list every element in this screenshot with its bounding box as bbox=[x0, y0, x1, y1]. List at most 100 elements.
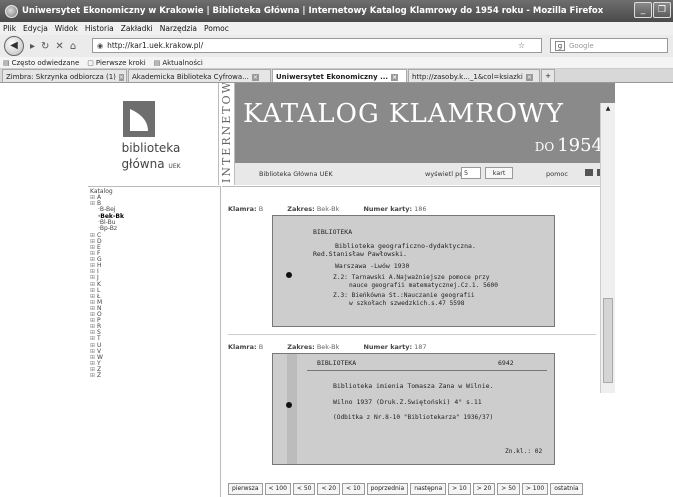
menu-history[interactable]: Historia bbox=[85, 24, 114, 33]
tab-zimbra[interactable]: Zimbra: Skrzynka odbiorcza (1) × bbox=[2, 69, 127, 82]
library-logo-icon bbox=[123, 101, 155, 137]
stop-icon[interactable]: ✕ bbox=[55, 41, 63, 52]
menu-tools[interactable]: Narzędzia bbox=[160, 24, 197, 33]
pager-forward-50[interactable]: > 50 bbox=[497, 483, 520, 495]
pager-forward-10[interactable]: > 10 bbox=[448, 483, 471, 495]
close-tab-icon[interactable]: × bbox=[525, 73, 533, 81]
scroll-up-icon[interactable]: ▲ bbox=[603, 105, 613, 114]
home-icon[interactable]: ⌂ bbox=[70, 41, 76, 52]
card-line: Biblioteka geograficzno-dydaktyczna. bbox=[335, 242, 476, 250]
pager-last[interactable]: ostatnia bbox=[550, 483, 583, 495]
pager-back-10[interactable]: < 10 bbox=[342, 483, 365, 495]
search-box[interactable]: g Google bbox=[550, 38, 668, 53]
scroll-thumb[interactable] bbox=[603, 298, 613, 383]
vertical-text: INTERNETOWY bbox=[220, 83, 233, 183]
forward-icon[interactable]: ▸ bbox=[30, 41, 35, 52]
per-page-input[interactable]: 5 bbox=[461, 167, 481, 179]
per-page-label: wyświetl po: bbox=[425, 170, 466, 178]
card-separator bbox=[228, 334, 596, 335]
content-scrollbar[interactable]: ▲ bbox=[600, 103, 615, 393]
card-line: w szkołach szwedzkich.s.47 5598 bbox=[349, 300, 465, 307]
banner-year: DO 1954 bbox=[535, 135, 603, 156]
tab-uek[interactable]: Uniwersytet Ekonomiczny ... × bbox=[272, 69, 407, 82]
page-icon: ▢ bbox=[87, 58, 94, 67]
url-text[interactable]: http://kar1.uek.krakow.pl/ bbox=[107, 41, 203, 50]
card-meta: Klamra: B Zakres: Bek-Bk Numer karty: 18… bbox=[228, 343, 449, 351]
logo-line2-small: UEK bbox=[168, 163, 181, 170]
restore-button[interactable]: ❐ bbox=[653, 2, 671, 18]
pager-back-20[interactable]: < 20 bbox=[317, 483, 341, 495]
catalog-subbar: Biblioteka Główna UEK wyświetl po: 5 kar… bbox=[235, 163, 615, 185]
reload-icon[interactable]: ↻ bbox=[41, 41, 49, 52]
library-logo[interactable]: biblioteka główna UEK bbox=[88, 83, 218, 185]
bookmark-most-visited[interactable]: ▤ Często odwiedzane bbox=[3, 59, 79, 67]
catalog-tree: Katalog ⊞ A ⊞ B ·B-Bej ·Bek-Bk ·Bl-Bu ·Bp-Bz… bbox=[88, 186, 221, 497]
card-line: Wilno 1937 (Druk.Z.Swiętoński) 4° s.11 bbox=[333, 398, 482, 406]
back-button[interactable]: ◀ bbox=[4, 36, 24, 56]
close-tab-icon[interactable]: × bbox=[118, 73, 124, 81]
expand-icon[interactable]: ⊞ bbox=[90, 200, 97, 207]
pager-forward-20[interactable]: > 20 bbox=[472, 483, 496, 495]
menu-file[interactable]: Plik bbox=[3, 24, 16, 33]
tree-b-children: ·B-Bej ·Bek-Bk ·Bl-Bu ·Bp-Bz bbox=[90, 206, 220, 233]
rss-icon: ▤ bbox=[153, 58, 161, 67]
pager-first[interactable]: pierwsza bbox=[228, 483, 263, 495]
card-line: Z.2: Tarnawski A.Najważniejsze pomoce pr… bbox=[333, 274, 490, 281]
card-side-strip bbox=[287, 354, 297, 464]
help-link[interactable]: pomoc bbox=[546, 170, 568, 178]
tab-label: Zimbra: Skrzynka odbiorcza (1) bbox=[6, 73, 116, 81]
menu-view[interactable]: Widok bbox=[55, 24, 78, 33]
card-line: 6942 bbox=[498, 359, 514, 367]
internetowy-vertical-label: INTERNETOWY bbox=[218, 83, 235, 185]
bookmark-label: Aktualności bbox=[162, 58, 203, 67]
firefox-icon bbox=[5, 4, 18, 18]
tree-node[interactable]: ⊞ Ż bbox=[90, 372, 220, 379]
pager-back-50[interactable]: < 50 bbox=[292, 483, 316, 495]
bookmark-star-icon[interactable]: ☆ bbox=[518, 41, 525, 50]
url-bar[interactable]: ◉ http://kar1.uek.krakow.pl/ ☆ bbox=[92, 38, 542, 53]
cards-button[interactable]: kart bbox=[485, 167, 513, 179]
library-name: Biblioteka Główna UEK bbox=[259, 170, 333, 178]
search-placeholder[interactable]: Google bbox=[569, 42, 594, 50]
pager-back-100[interactable]: < 100 bbox=[264, 483, 291, 495]
bookmark-label: Często odwiedzane bbox=[11, 58, 80, 67]
minimize-button[interactable]: _ bbox=[634, 2, 652, 18]
menu-bar: Plik Edycja Widok Historia Zakładki Narz… bbox=[0, 22, 673, 35]
tab-label: Akademicka Biblioteka Cyfrowa... bbox=[132, 73, 249, 81]
tab-zasoby[interactable]: http://zasoby.k..._1&col=ksiazki × bbox=[408, 69, 540, 82]
zakres-value: Bek-Bk bbox=[316, 205, 340, 213]
klamra-value: B bbox=[258, 343, 264, 351]
close-tab-icon[interactable]: × bbox=[251, 73, 259, 81]
klamra-value: B bbox=[258, 205, 264, 213]
menu-edit[interactable]: Edycja bbox=[23, 24, 48, 33]
catalog-card-image[interactable]: BIBLIOTEKA Biblioteka geograficzno-dydak… bbox=[272, 215, 555, 327]
pager-forward-100[interactable]: > 100 bbox=[521, 483, 549, 495]
expand-icon[interactable]: ⊞ bbox=[90, 372, 97, 379]
zakres-label: Zakres: bbox=[287, 343, 315, 351]
single-view-icon[interactable] bbox=[585, 169, 593, 176]
menu-help[interactable]: Pomoc bbox=[204, 24, 229, 33]
banner-title: KATALOG KLAMROWY bbox=[243, 99, 564, 129]
bookmarks-toolbar: ▤ Często odwiedzane ▢ Pierwsze kroki ▤ Aktu… bbox=[0, 57, 673, 69]
card-line: Biblioteka imienia Tomasza Zana w Wilnie… bbox=[333, 382, 494, 390]
new-tab-button[interactable]: + bbox=[541, 69, 555, 82]
search-engine-icon[interactable]: g bbox=[555, 40, 565, 51]
bookmark-getting-started[interactable]: ▢ Pierwsze kroki bbox=[87, 59, 145, 67]
pager-next[interactable]: następna bbox=[410, 483, 447, 495]
catalog-banner: KATALOG KLAMROWY DO 1954 bbox=[235, 83, 615, 163]
window-title: Uniwersytet Ekonomiczny w Krakowie | Bib… bbox=[22, 6, 604, 16]
card-meta: Klamra: B Zakres: Bek-Bk Numer karty: 18… bbox=[228, 205, 449, 213]
menu-bookmarks[interactable]: Zakładki bbox=[121, 24, 153, 33]
tab-label: http://zasoby.k..._1&col=ksiazki bbox=[412, 73, 523, 81]
zakres-value: Bek-Bk bbox=[316, 343, 340, 351]
catalog-card-image[interactable]: BIBLIOTEKA 6942 Biblioteka imienia Tomas… bbox=[272, 353, 555, 465]
pager-previous[interactable]: poprzednia bbox=[366, 483, 409, 495]
site-identity-icon[interactable]: ◉ bbox=[97, 42, 103, 50]
numer-label: Numer karty: bbox=[363, 343, 413, 351]
tree-remaining-nodes: ⊞ C ⊞ D ⊞ E ⊞ F ⊞ G ⊞ H ⊞ I ⊞ J ⊞ K ⊞ L ⊞ Ł ⊞ M ⊞ N ⊞… bbox=[90, 232, 220, 379]
close-tab-icon[interactable]: × bbox=[391, 73, 399, 81]
logo-line2-text: główna bbox=[121, 157, 165, 171]
bookmark-news[interactable]: ▤ Aktualności bbox=[154, 59, 203, 67]
tab-label: Uniwersytet Ekonomiczny ... bbox=[276, 73, 389, 81]
tab-abc[interactable]: Akademicka Biblioteka Cyfrowa... × bbox=[128, 69, 271, 82]
